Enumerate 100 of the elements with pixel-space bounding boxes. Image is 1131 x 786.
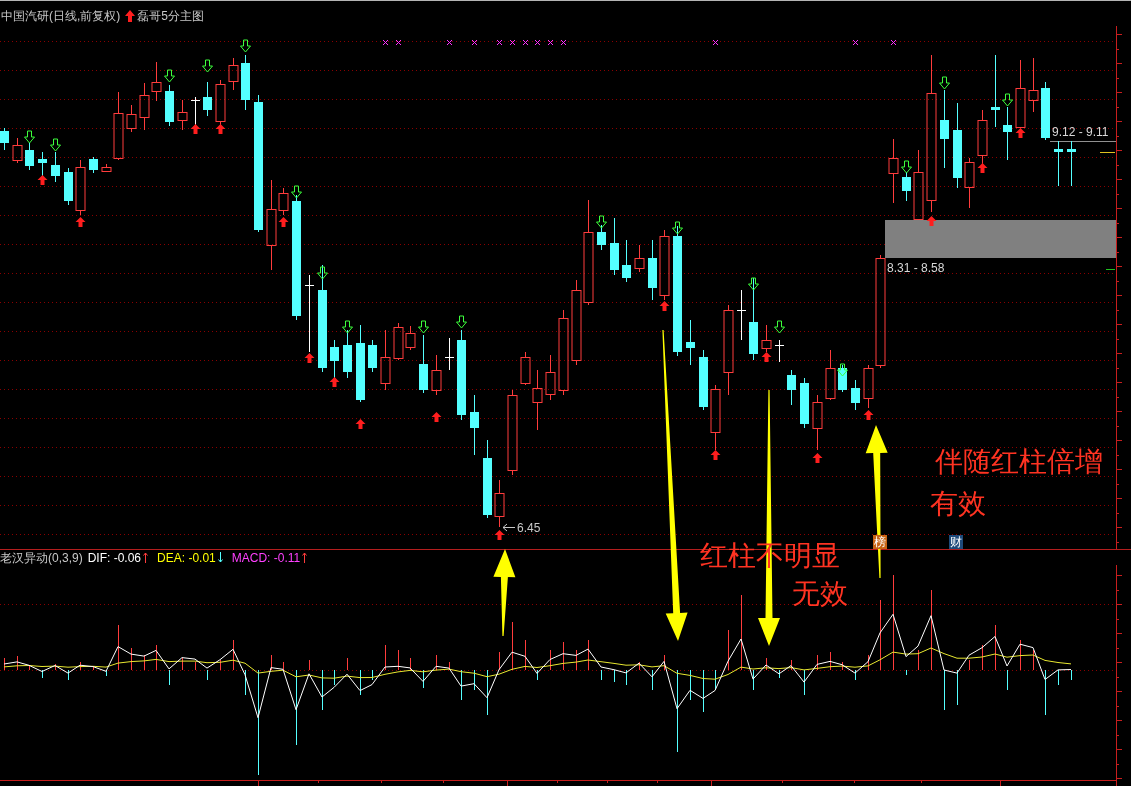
up-arrow-icon [863, 410, 874, 420]
candlestick [0, 127, 9, 151]
up-arrow-icon [304, 353, 315, 363]
down-arrow-icon [164, 69, 175, 83]
cross-marker-icon [395, 39, 402, 46]
candlestick [165, 84, 174, 127]
down-arrow-icon [672, 221, 683, 235]
cross-marker-icon [852, 39, 859, 46]
candlestick [597, 224, 606, 251]
candlestick [470, 394, 479, 456]
candlestick [761, 324, 772, 353]
candlestick [368, 339, 377, 373]
up-arrow-icon [190, 124, 201, 134]
candlestick [659, 229, 670, 301]
candlestick [177, 99, 188, 131]
cross-marker-icon [522, 39, 529, 46]
event-badge: 榜 [873, 535, 887, 549]
candlestick [419, 334, 428, 394]
candlestick [139, 82, 150, 131]
down-arrow-icon [418, 320, 429, 334]
candlestick [444, 337, 455, 371]
up-arrow-icon [37, 175, 48, 185]
indicator-value: DEA: -0.01 [157, 550, 216, 565]
candlestick [113, 91, 124, 161]
price-range-label: 8.31 - 8.58 [887, 261, 945, 275]
cross-marker-icon [560, 39, 567, 46]
candlestick [825, 349, 836, 401]
down-arrow-icon [50, 138, 61, 152]
up-arrow-icon [977, 163, 988, 173]
up-arrow-icon [1015, 128, 1026, 138]
stock-title: 中国汽研(日线,前复权) [1, 9, 121, 23]
candlestick [622, 239, 631, 283]
price-level-line [1049, 141, 1117, 142]
candlestick [12, 137, 23, 164]
candlestick [126, 104, 137, 133]
down-arrow-icon [939, 76, 950, 90]
candlestick [800, 377, 809, 429]
candlestick [228, 57, 239, 91]
candlestick [913, 149, 924, 221]
down-arrow-icon [24, 130, 35, 144]
indicator-name: 老汉异动(0,3,9) [0, 550, 83, 565]
candlestick [343, 329, 352, 379]
price-marker-icon [1099, 152, 1116, 153]
candlestick [964, 157, 975, 209]
up-arrow-icon [75, 217, 86, 227]
event-badge: 财 [949, 535, 963, 549]
cross-marker-icon [712, 39, 719, 46]
candlestick [101, 163, 112, 173]
indicator-value: MACD: -0.11 [231, 550, 301, 565]
up-arrow-icon [355, 419, 366, 429]
down-arrow-icon [317, 266, 328, 280]
formula-name: 磊哥5分主图 [137, 9, 204, 23]
down-arrow-icon [1002, 93, 1013, 107]
candlestick [634, 244, 645, 273]
candlestick [888, 138, 899, 204]
candlestick [1028, 57, 1039, 113]
indicator-value: DIF: -0.06 [87, 550, 142, 565]
candlestick [75, 159, 86, 216]
down-arrow-icon [748, 277, 759, 291]
down-arrow-icon [596, 215, 607, 229]
candlestick [38, 151, 47, 177]
annotation-text: 有效 [930, 489, 986, 519]
price-range-label: 9.12 - 9.11 [1052, 125, 1109, 139]
candlestick [215, 79, 226, 126]
down-arrow-icon [456, 315, 467, 329]
cross-marker-icon [547, 39, 554, 46]
cross-marker-icon [890, 39, 897, 46]
candlestick [1054, 140, 1063, 187]
candlestick [51, 151, 60, 183]
candlestick [774, 339, 785, 363]
cross-marker-icon [382, 39, 389, 46]
annotation-text: 伴随红柱倍增 [935, 447, 1103, 477]
candlestick [710, 384, 721, 451]
cross-marker-icon [509, 39, 516, 46]
candlestick [1015, 59, 1026, 129]
up-arrow-icon [812, 453, 823, 463]
pointer-arrow-icon [502, 523, 516, 532]
candlestick [977, 109, 988, 166]
down-arrow-icon [240, 39, 251, 53]
cross-marker-icon [496, 39, 503, 46]
up-arrow-icon [761, 352, 772, 362]
candlestick [25, 142, 34, 171]
candlestick [902, 171, 911, 202]
cross-marker-icon [446, 39, 453, 46]
candlestick [787, 369, 796, 406]
candlestick [736, 289, 747, 341]
cross-marker-icon [534, 39, 541, 46]
up-arrow-icon [494, 530, 505, 540]
low-price-label: 6.45 [517, 521, 541, 535]
up-arrow-icon [710, 450, 721, 460]
candlestick [838, 364, 847, 393]
candlestick [610, 217, 619, 276]
candlestick [190, 96, 201, 126]
candlestick [241, 54, 250, 111]
up-arrow-icon [659, 301, 670, 311]
candlestick [151, 61, 162, 102]
up-arrow-icon [215, 124, 226, 134]
up-arrow-icon [329, 377, 340, 387]
down-arrow-icon [202, 59, 213, 73]
price-marker-icon [1105, 269, 1116, 270]
